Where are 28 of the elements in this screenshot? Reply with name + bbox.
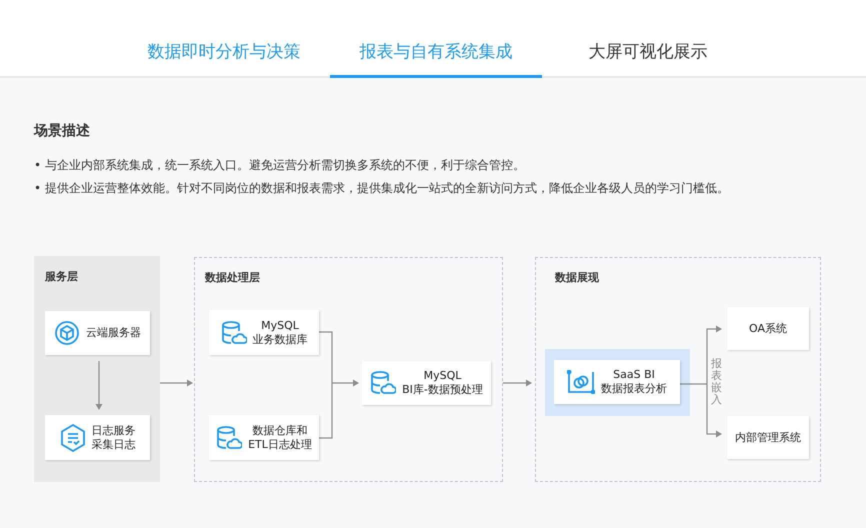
node-label: MySQL 业务数据库 (252, 318, 308, 346)
description-line: • 提供企业运营整体效能。针对不同岗位的数据和报表需求，提供集成化一站式的全新访问方式，降低企业各级人员的学习门槛低。 (34, 180, 730, 197)
layer-title: 数据展现 (555, 270, 599, 285)
connector-arrow (503, 380, 532, 386)
tab[interactable]: 数据即时分析与决策 (118, 40, 330, 78)
section-title: 场景描述 (34, 122, 91, 140)
node-label: SaaS BI 数据报表分析 (601, 368, 667, 396)
cube-circle-icon (54, 320, 80, 346)
layer-title: 服务层 (45, 269, 78, 284)
node-label: 数据仓库和 ETL日志处理 (248, 424, 312, 452)
connector-arrow (160, 380, 193, 386)
arrow-head (716, 430, 722, 438)
node-label: 内部管理系统 (735, 430, 801, 444)
node-label: 云端服务器 (86, 326, 141, 340)
screen-rings-icon (567, 370, 595, 394)
tab[interactable]: 大屏可视化展示 (542, 40, 754, 78)
database-cloud-icon (216, 424, 242, 450)
hexagon-document-icon (60, 424, 86, 452)
layer-title: 数据处理层 (205, 270, 260, 285)
connector-arrow (96, 361, 102, 410)
database-cloud-icon (370, 370, 396, 396)
node-label: 日志服务 采集日志 (92, 424, 136, 452)
node-label: OA系统 (749, 322, 787, 336)
description-line: • 与企业内部系统集成，统一系统入口。避免运营分析需切换多系统的不便，利于综合管控。 (34, 157, 526, 174)
node-label: MySQL BI库-数据预处理 (402, 369, 483, 397)
database-cloud-icon (220, 320, 246, 346)
tab[interactable]: 报表与自有系统集成 (330, 40, 542, 78)
connector-label: 报表嵌入 (711, 358, 722, 406)
